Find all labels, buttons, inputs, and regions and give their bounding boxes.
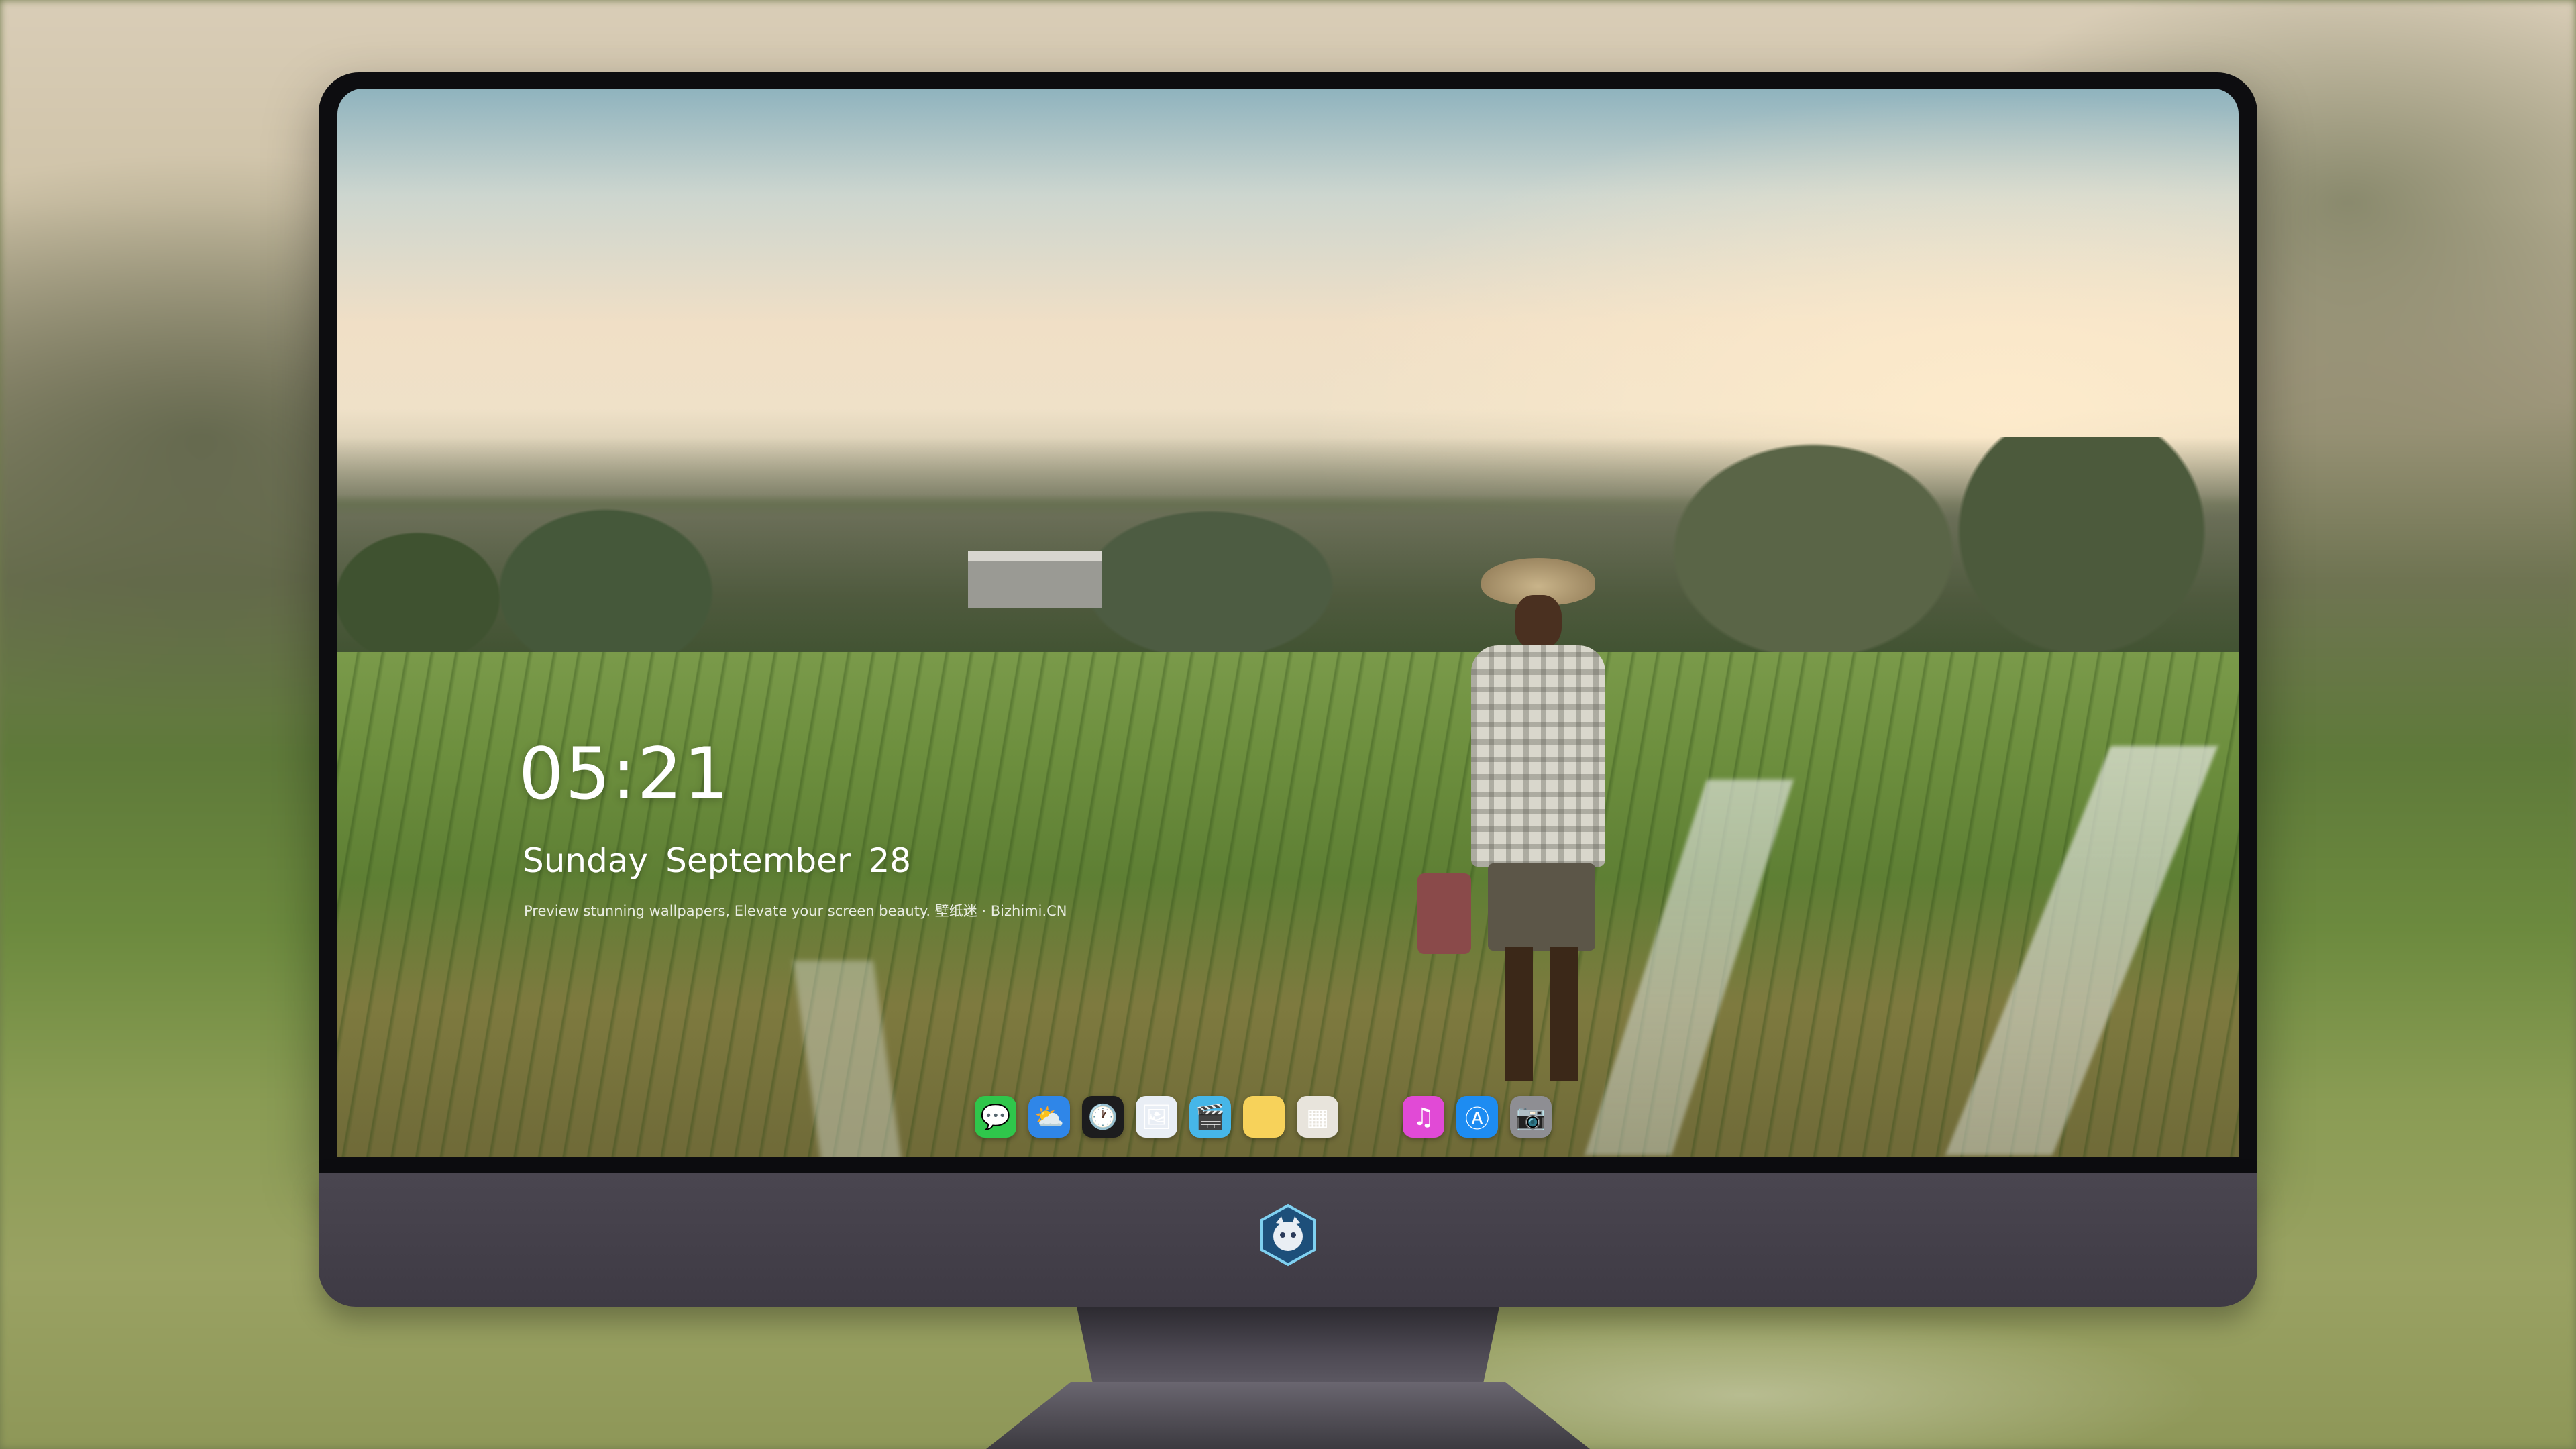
preview-icon[interactable]: 🖼 — [1136, 1096, 1177, 1138]
farmer-legs — [1505, 947, 1578, 1081]
date-weekday: Sunday — [523, 841, 649, 880]
music-note-icon[interactable]: ♫ — [1403, 1096, 1444, 1138]
monitor-stand-foot — [986, 1382, 1590, 1449]
farm-hut — [968, 551, 1102, 608]
desktop-screen[interactable]: 05:21 Sunday September 28 Preview stunning… — [337, 89, 2239, 1157]
farmer-head — [1515, 595, 1562, 649]
cloud-sun-icon[interactable]: ⛅ — [1028, 1096, 1070, 1138]
app-store-icon[interactable]: Ⓐ — [1456, 1096, 1498, 1138]
wallpaper-caption: Preview stunning wallpapers, Elevate you… — [524, 903, 1067, 919]
stage: 05:21 Sunday September 28 Preview stunning… — [0, 0, 2576, 1449]
monitor-bezel: 05:21 Sunday September 28 Preview stunning… — [319, 72, 2257, 1173]
farmer-figure — [1417, 558, 1625, 1108]
date-day: 28 — [868, 841, 912, 880]
farmer-shirt — [1471, 645, 1605, 867]
lock-clock-date: Sunday September 28 — [523, 841, 928, 880]
monitor-chin — [319, 1173, 2257, 1307]
monitor-stand-neck — [1077, 1307, 1499, 1387]
monitor: 05:21 Sunday September 28 Preview stunning… — [319, 72, 2257, 1307]
app-dock: 💬 ⛅ 🕐 🖼 🎬 ▦ ♫ Ⓐ 📷 — [975, 1087, 1552, 1147]
mascot-logo-icon — [1260, 1203, 1316, 1267]
farmer-shorts — [1488, 863, 1595, 951]
notes-icon[interactable] — [1243, 1096, 1285, 1138]
lock-clock-time: 05:21 — [519, 733, 731, 815]
message-bubble-icon[interactable]: 💬 — [975, 1096, 1016, 1138]
clapperboard-icon[interactable]: 🎬 — [1189, 1096, 1231, 1138]
camera-icon[interactable]: 📷 — [1510, 1096, 1552, 1138]
treeline — [337, 437, 2239, 665]
clock-icon[interactable]: 🕐 — [1082, 1096, 1124, 1138]
photo-collage-icon[interactable]: ▦ — [1297, 1096, 1338, 1138]
watering-can — [1417, 873, 1471, 954]
date-month: September — [665, 841, 851, 880]
